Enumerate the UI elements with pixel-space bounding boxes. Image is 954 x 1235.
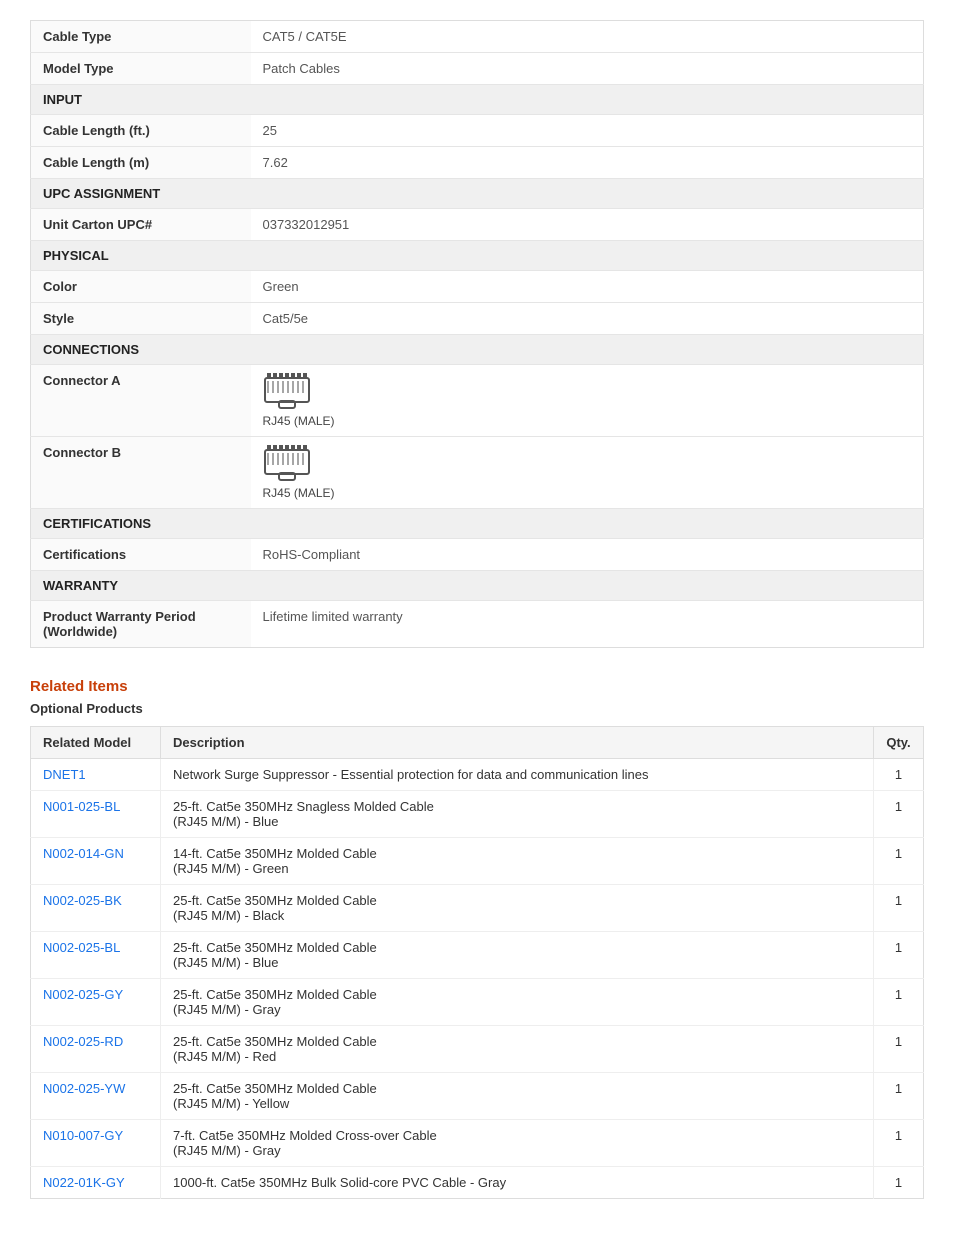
spec-label: Connector A [31, 365, 251, 437]
spec-label: Connector B [31, 437, 251, 509]
table-row: Unit Carton UPC#037332012951 [31, 209, 924, 241]
section-header-cell: CONNECTIONS [31, 335, 924, 365]
qty-cell: 1 [874, 932, 924, 979]
connector-block: RJ45 (MALE) [263, 373, 912, 428]
description-cell: 25-ft. Cat5e 350MHz Snagless Molded Cabl… [161, 791, 874, 838]
section-header-cell: PHYSICAL [31, 241, 924, 271]
qty-cell: 1 [874, 791, 924, 838]
table-row: Model TypePatch Cables [31, 53, 924, 85]
description-cell: 14-ft. Cat5e 350MHz Molded Cable(RJ45 M/… [161, 838, 874, 885]
description-cell: 25-ft. Cat5e 350MHz Molded Cable(RJ45 M/… [161, 932, 874, 979]
qty-cell: 1 [874, 1120, 924, 1167]
qty-cell: 1 [874, 979, 924, 1026]
related-items-table: Related ModelDescriptionQty. DNET1 Network… [30, 726, 924, 1199]
description-cell: 25-ft. Cat5e 350MHz Molded Cable(RJ45 M/… [161, 1073, 874, 1120]
spec-label: Cable Type [31, 21, 251, 53]
table-header: Description [161, 727, 874, 759]
spec-value: Green [251, 271, 924, 303]
rj45-icon [263, 445, 313, 483]
specs-table: Cable TypeCAT5 / CAT5EModel TypePatch Ca… [30, 20, 924, 648]
spec-value: 25 [251, 115, 924, 147]
qty-cell: 1 [874, 838, 924, 885]
table-row: Product Warranty Period (Worldwide)Lifet… [31, 601, 924, 648]
model-link[interactable]: N001-025-BL [43, 799, 120, 814]
table-row: Cable TypeCAT5 / CAT5E [31, 21, 924, 53]
model-link[interactable]: DNET1 [43, 767, 86, 782]
spec-value: RoHS-Compliant [251, 539, 924, 571]
description-cell: 7-ft. Cat5e 350MHz Molded Cross-over Cab… [161, 1120, 874, 1167]
list-item: N002-025-BL 25-ft. Cat5e 350MHz Molded Ca… [31, 932, 924, 979]
qty-cell: 1 [874, 885, 924, 932]
list-item: N002-025-RD 25-ft. Cat5e 350MHz Molded Ca… [31, 1026, 924, 1073]
qty-cell: 1 [874, 1167, 924, 1199]
list-item: N022-01K-GY 1000-ft. Cat5e 350MHz Bulk So… [31, 1167, 924, 1199]
table-row: Connector B [31, 437, 924, 509]
spec-label: Color [31, 271, 251, 303]
model-link[interactable]: N002-025-RD [43, 1034, 123, 1049]
list-item: N002-025-GY 25-ft. Cat5e 350MHz Molded Ca… [31, 979, 924, 1026]
table-row: ColorGreen [31, 271, 924, 303]
model-link[interactable]: N002-014-GN [43, 846, 124, 861]
connector-cell: RJ45 (MALE) [251, 365, 924, 437]
model-link[interactable]: N002-025-YW [43, 1081, 125, 1096]
connector-value-label: RJ45 (MALE) [263, 414, 335, 428]
connector-cell: RJ45 (MALE) [251, 437, 924, 509]
spec-value: Cat5/5e [251, 303, 924, 335]
table-row: Cable Length (ft.)25 [31, 115, 924, 147]
model-link[interactable]: N022-01K-GY [43, 1175, 125, 1190]
spec-label: Model Type [31, 53, 251, 85]
qty-cell: 1 [874, 1026, 924, 1073]
spec-value: Lifetime limited warranty [251, 601, 924, 648]
list-item: DNET1 Network Surge Suppressor - Essentia… [31, 759, 924, 791]
model-link[interactable]: N002-025-BK [43, 893, 122, 908]
table-row: CertificationsRoHS-Compliant [31, 539, 924, 571]
table-row: StyleCat5/5e [31, 303, 924, 335]
section-header-cell: WARRANTY [31, 571, 924, 601]
qty-cell: 1 [874, 759, 924, 791]
spec-label: Unit Carton UPC# [31, 209, 251, 241]
table-header: Qty. [874, 727, 924, 759]
list-item: N002-025-YW 25-ft. Cat5e 350MHz Molded Ca… [31, 1073, 924, 1120]
section-header-cell: CERTIFICATIONS [31, 509, 924, 539]
section-header-cell: INPUT [31, 85, 924, 115]
model-link[interactable]: N002-025-GY [43, 987, 123, 1002]
related-items-title: Related Items [30, 678, 924, 695]
spec-value: 7.62 [251, 147, 924, 179]
description-cell: 1000-ft. Cat5e 350MHz Bulk Solid-core PV… [161, 1167, 874, 1199]
list-item: N002-025-BK 25-ft. Cat5e 350MHz Molded Ca… [31, 885, 924, 932]
description-cell: 25-ft. Cat5e 350MHz Molded Cable(RJ45 M/… [161, 1026, 874, 1073]
spec-label: Cable Length (ft.) [31, 115, 251, 147]
optional-products-label: Optional Products [30, 701, 924, 716]
qty-cell: 1 [874, 1073, 924, 1120]
spec-label: Cable Length (m) [31, 147, 251, 179]
table-header: Related Model [31, 727, 161, 759]
description-cell: 25-ft. Cat5e 350MHz Molded Cable(RJ45 M/… [161, 979, 874, 1026]
connector-value-label: RJ45 (MALE) [263, 486, 335, 500]
list-item: N002-014-GN 14-ft. Cat5e 350MHz Molded Ca… [31, 838, 924, 885]
list-item: N010-007-GY 7-ft. Cat5e 350MHz Molded Cro… [31, 1120, 924, 1167]
model-link[interactable]: N010-007-GY [43, 1128, 123, 1143]
section-header-cell: UPC ASSIGNMENT [31, 179, 924, 209]
table-row: Cable Length (m)7.62 [31, 147, 924, 179]
table-row: Connector A [31, 365, 924, 437]
list-item: N001-025-BL 25-ft. Cat5e 350MHz Snagless … [31, 791, 924, 838]
spec-label: Certifications [31, 539, 251, 571]
description-cell: 25-ft. Cat5e 350MHz Molded Cable(RJ45 M/… [161, 885, 874, 932]
spec-label: Product Warranty Period (Worldwide) [31, 601, 251, 648]
spec-value: Patch Cables [251, 53, 924, 85]
connector-block: RJ45 (MALE) [263, 445, 912, 500]
spec-label: Style [31, 303, 251, 335]
spec-value: 037332012951 [251, 209, 924, 241]
spec-value: CAT5 / CAT5E [251, 21, 924, 53]
model-link[interactable]: N002-025-BL [43, 940, 120, 955]
rj45-icon [263, 373, 313, 411]
description-cell: Network Surge Suppressor - Essential pro… [161, 759, 874, 791]
